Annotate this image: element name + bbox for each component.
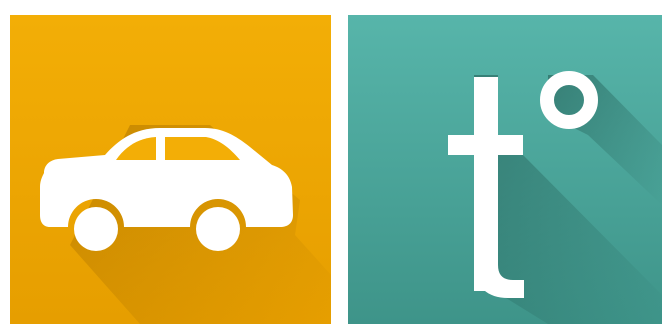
car-tile[interactable]: [10, 15, 331, 324]
car-rear-wheel: [196, 207, 240, 251]
temperature-tile[interactable]: t°: [348, 15, 662, 324]
car-front-wheel: [74, 207, 118, 251]
degree-t-icon: [348, 15, 662, 324]
car-icon: [10, 15, 331, 324]
